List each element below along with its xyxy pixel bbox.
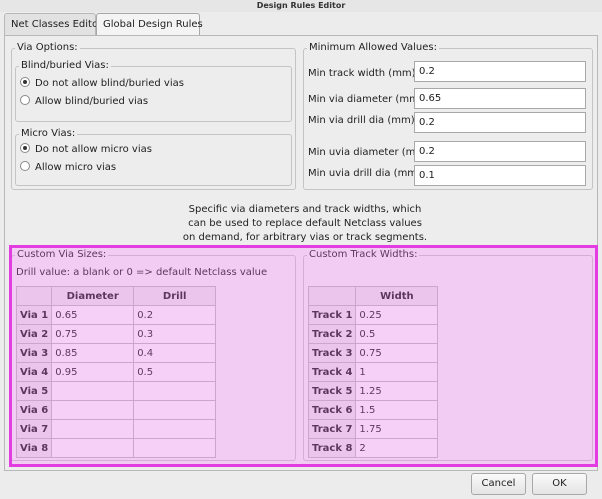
radio-label: Do not allow micro vias [35, 144, 152, 155]
radio-no-blind-vias[interactable]: Do not allow blind/buried vias [20, 77, 184, 91]
min-via-drill-input[interactable] [414, 112, 586, 133]
description-line: on demand, for arbitrary vias or track s… [182, 232, 428, 243]
minimum-values-group: Minimum Allowed Values: Min track width … [303, 42, 593, 190]
min-via-drill-label: Min via drill dia (mm): [308, 115, 418, 126]
radio-unselected-icon[interactable] [20, 95, 30, 105]
window-title: Design Rules Editor [0, 0, 602, 12]
selection-highlight [9, 245, 598, 467]
radio-allow-blind-vias[interactable]: Allow blind/buried vias [20, 95, 148, 109]
radio-selected-icon[interactable] [20, 77, 30, 87]
min-via-diameter-label: Min via diameter (mm): [308, 94, 427, 105]
min-uvia-diameter-label: Min uvia diameter (mm): [308, 147, 433, 158]
ok-button[interactable]: OK [532, 473, 587, 495]
radio-no-micro-vias[interactable]: Do not allow micro vias [20, 143, 152, 157]
minimum-values-title: Minimum Allowed Values: [307, 42, 439, 54]
min-track-width-input[interactable] [414, 61, 586, 82]
radio-unselected-icon[interactable] [20, 161, 30, 171]
description-line: can be used to replace default Netclass … [188, 218, 422, 229]
radio-label: Allow micro vias [35, 162, 117, 173]
blind-buried-vias-group: Blind/buried Vias: Do not allow blind/bu… [15, 60, 292, 122]
tab-global-design-rules[interactable]: Global Design Rules [96, 13, 203, 36]
micro-vias-group: Micro Vias: Do not allow micro vias Allo… [15, 128, 292, 186]
custom-sizes-description: Specific via diameters and track widths,… [165, 203, 445, 245]
description-line: Specific via diameters and track widths,… [188, 204, 422, 215]
micro-vias-title: Micro Vias: [19, 128, 78, 140]
tab-net-classes-editor[interactable]: Net Classes Editor [4, 13, 102, 35]
radio-label: Allow blind/buried vias [35, 96, 149, 107]
min-uvia-diameter-input[interactable] [414, 141, 586, 162]
min-uvia-drill-label: Min uvia drill dia (mm): [308, 168, 425, 179]
min-uvia-drill-input[interactable] [414, 165, 586, 186]
min-track-width-label: Min track width (mm): [308, 68, 419, 79]
via-options-title: Via Options: [15, 42, 80, 54]
radio-allow-micro-vias[interactable]: Allow micro vias [20, 161, 116, 175]
cancel-button[interactable]: Cancel [471, 473, 526, 495]
radio-selected-icon[interactable] [20, 143, 30, 153]
min-via-diameter-input[interactable] [414, 88, 586, 109]
radio-label: Do not allow blind/buried vias [35, 78, 184, 89]
blind-buried-vias-title: Blind/buried Vias: [19, 60, 111, 72]
via-options-group: Via Options: Blind/buried Vias: Do not a… [11, 42, 296, 190]
